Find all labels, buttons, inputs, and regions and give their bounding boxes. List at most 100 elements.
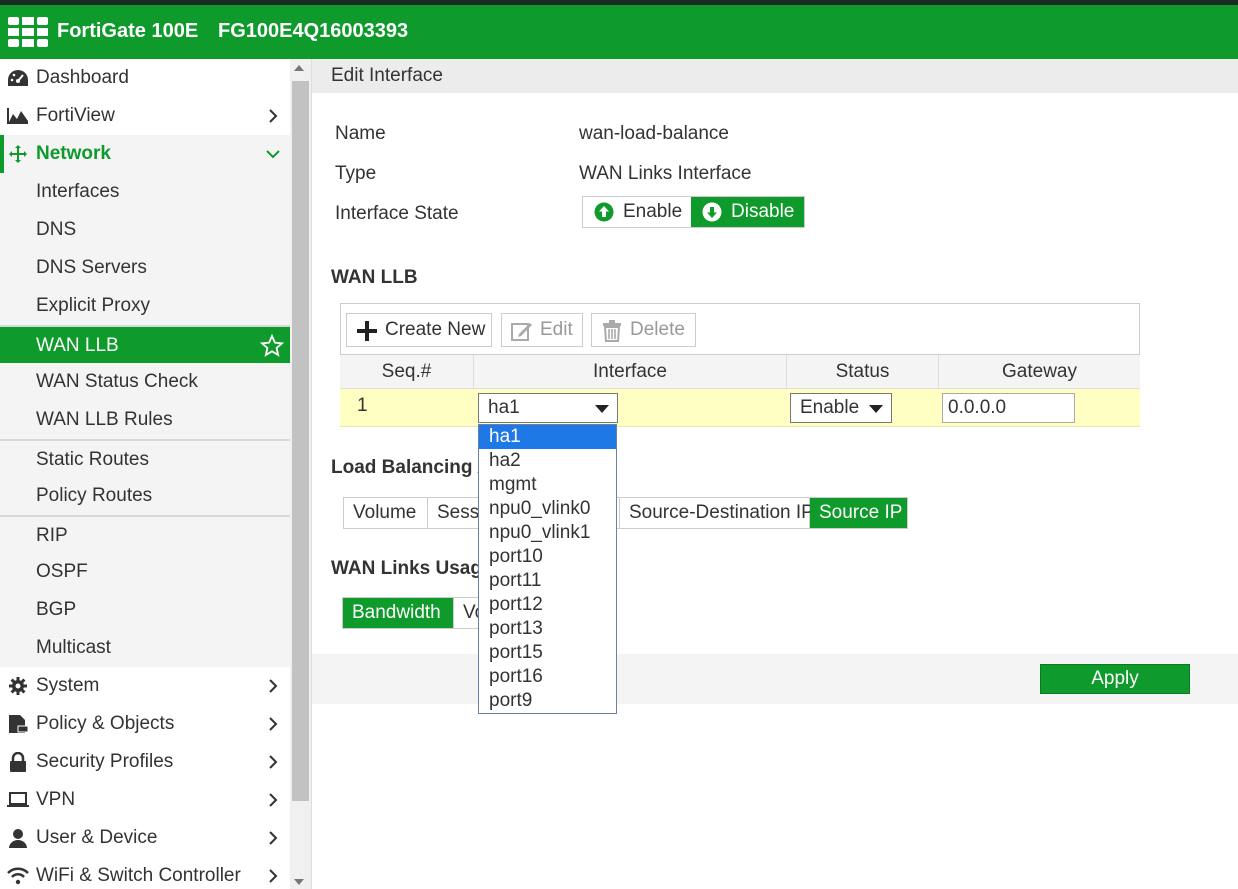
dropdown-option-npu0-vlink0[interactable]: npu0_vlink0: [479, 497, 616, 521]
sidebar-item-policy-objects[interactable]: Policy & Objects: [0, 705, 290, 743]
dropdown-option-port16[interactable]: port16: [479, 665, 616, 689]
dropdown-option-port15[interactable]: port15: [479, 641, 616, 665]
sidebar-item-user-device[interactable]: User & Device: [0, 819, 290, 857]
top-bar: FortiGate 100E FG100E4Q16003393: [0, 0, 1238, 59]
sidebar-item-interfaces[interactable]: Interfaces: [0, 173, 290, 211]
sidebar-item-network[interactable]: Network: [0, 135, 290, 173]
lb-option-source-ip[interactable]: Source IP: [810, 498, 907, 528]
name-value: wan-load-balance: [579, 123, 729, 144]
sidebar-item-label: WAN LLB Rules: [36, 409, 173, 430]
type-label: Type: [335, 163, 377, 184]
sidebar-item-fortiview[interactable]: FortiView: [0, 97, 290, 135]
sidebar: Dashboard FortiView Network Interfaces D…: [0, 59, 290, 889]
gateway-input[interactable]: 0.0.0.0: [942, 393, 1075, 423]
disable-button[interactable]: Disable: [691, 197, 804, 227]
dropdown-option-port11[interactable]: port11: [479, 569, 616, 593]
dropdown-option-port12[interactable]: port12: [479, 593, 616, 617]
create-new-button[interactable]: Create New: [346, 313, 492, 347]
sidebar-item-wan-llb[interactable]: WAN LLB: [0, 325, 290, 363]
lb-option-source-destination-ip[interactable]: Source-Destination IP: [620, 498, 814, 528]
sidebar-item-label: VPN: [36, 789, 76, 810]
chevron-right-icon: [269, 679, 278, 693]
chevron-right-icon: [269, 109, 278, 123]
sidebar-item-ospf[interactable]: OSPF: [0, 553, 290, 591]
sidebar-item-label: Dashboard: [36, 67, 129, 88]
sidebar-item-label: FortiView: [36, 105, 115, 126]
sidebar-item-dns[interactable]: DNS: [0, 211, 290, 249]
dropdown-option-port13[interactable]: port13: [479, 617, 616, 641]
sidebar-item-label: Static Routes: [36, 449, 149, 470]
sidebar-item-dashboard[interactable]: Dashboard: [0, 59, 290, 97]
column-header-gateway[interactable]: Gateway: [939, 355, 1140, 389]
device-model: FortiGate 100E: [57, 20, 199, 42]
dropdown-option-ha2[interactable]: ha2: [479, 449, 616, 473]
sidebar-item-label: Policy Routes: [36, 485, 153, 506]
dropdown-option-ha1[interactable]: ha1: [479, 425, 616, 449]
usage-option-bandwidth[interactable]: Bandwidth: [343, 598, 454, 628]
sidebar-item-wifi-switch[interactable]: WiFi & Switch Controller: [0, 857, 290, 889]
sidebar-item-bgp[interactable]: BGP: [0, 591, 290, 629]
interface-state-toggle: Enable Disable: [582, 196, 805, 228]
wan-llb-toolbar: Create New Edit Delete: [340, 303, 1140, 355]
column-header-interface[interactable]: Interface: [474, 355, 787, 389]
caret-down-icon: [595, 405, 609, 413]
dropdown-option-port9[interactable]: port9: [479, 689, 616, 713]
scroll-up-arrow-icon[interactable]: [294, 65, 304, 71]
sidebar-item-explicit-proxy[interactable]: Explicit Proxy: [0, 287, 290, 325]
status-select[interactable]: Enable: [790, 393, 892, 423]
wifi-icon: [7, 867, 29, 885]
sidebar-item-label: WiFi & Switch Controller: [36, 865, 241, 886]
name-label: Name: [335, 123, 386, 144]
sidebar-item-rip[interactable]: RIP: [0, 515, 290, 553]
create-new-label: Create New: [385, 319, 486, 340]
sidebar-item-wan-status-check[interactable]: WAN Status Check: [0, 363, 290, 401]
chevron-right-icon: [269, 831, 278, 845]
sidebar-item-vpn[interactable]: VPN: [0, 781, 290, 819]
fortinet-logo-icon[interactable]: [8, 17, 48, 47]
edit-button[interactable]: Edit: [501, 313, 583, 347]
sidebar-item-static-routes[interactable]: Static Routes: [0, 439, 290, 477]
sidebar-item-multicast[interactable]: Multicast: [0, 629, 290, 667]
main-content: Edit Interface Name wan-load-balance Typ…: [312, 59, 1238, 889]
sidebar-item-label: DNS Servers: [36, 257, 147, 278]
lb-option-volume[interactable]: Volume: [344, 498, 428, 528]
laptop-icon: [7, 792, 29, 807]
delete-button[interactable]: Delete: [591, 313, 696, 347]
sidebar-item-wan-llb-rules[interactable]: WAN LLB Rules: [0, 401, 290, 439]
sidebar-item-label: DNS: [36, 219, 77, 240]
column-header-status[interactable]: Status: [787, 355, 939, 389]
sidebar-item-policy-routes[interactable]: Policy Routes: [0, 477, 290, 515]
wan-llb-section-title: WAN LLB: [331, 267, 418, 288]
gear-icon: [9, 677, 27, 695]
wan-links-usage-title: WAN Links Usage: [331, 558, 493, 579]
interface-select[interactable]: ha1: [478, 393, 618, 423]
sidebar-item-dns-servers[interactable]: DNS Servers: [0, 249, 290, 287]
arrow-down-circle-icon: [702, 202, 722, 222]
star-favorite-icon[interactable]: [260, 334, 284, 358]
sidebar-item-label: System: [36, 675, 100, 696]
dropdown-option-npu0-vlink1[interactable]: npu0_vlink1: [479, 521, 616, 545]
lock-icon: [10, 752, 26, 772]
dropdown-option-port10[interactable]: port10: [479, 545, 616, 569]
sidebar-item-system[interactable]: System: [0, 667, 290, 705]
trash-icon: [603, 320, 621, 342]
edit-pencil-icon: [511, 323, 532, 341]
scroll-down-arrow-icon[interactable]: [294, 879, 304, 885]
interface-state-label: Interface State: [335, 203, 459, 224]
network-move-icon: [9, 145, 27, 163]
interface-dropdown-list: ha1 ha2 mgmt npu0_vlink0 npu0_vlink1 por…: [478, 424, 617, 714]
apply-button[interactable]: Apply: [1040, 664, 1190, 694]
enable-button[interactable]: Enable: [583, 197, 691, 227]
type-value: WAN Links Interface: [579, 163, 752, 184]
column-header-seq[interactable]: Seq.#: [340, 355, 474, 389]
scrollbar-thumb[interactable]: [292, 81, 309, 801]
status-select-value: Enable: [800, 397, 860, 418]
table-row[interactable]: 1 ha1 Enable 0.0.0.0: [340, 389, 1140, 427]
sidebar-scrollbar[interactable]: [290, 59, 312, 889]
gateway-input-value: 0.0.0.0: [948, 397, 1007, 418]
sidebar-item-label: RIP: [36, 525, 68, 546]
disable-label: Disable: [731, 201, 795, 222]
sidebar-item-security-profiles[interactable]: Security Profiles: [0, 743, 290, 781]
footer-bar: Apply: [312, 654, 1238, 704]
dropdown-option-mgmt[interactable]: mgmt: [479, 473, 616, 497]
